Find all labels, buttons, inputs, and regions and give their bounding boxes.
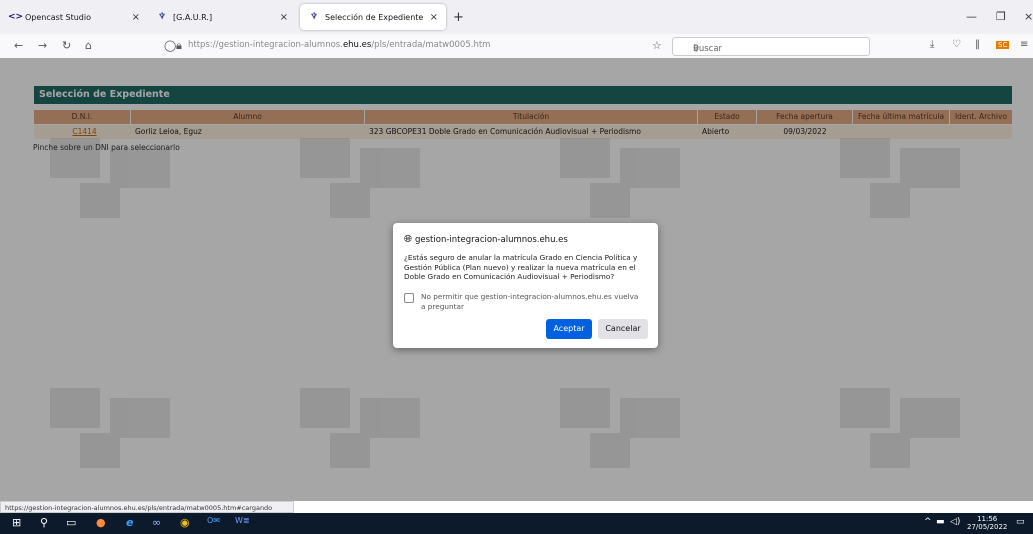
- new-tab-icon[interactable]: +: [453, 10, 464, 25]
- tab-opencast-studio[interactable]: <> Opencast Studio ×: [0, 4, 148, 30]
- menu-icon[interactable]: ≡: [1020, 39, 1028, 50]
- minimize-icon[interactable]: —: [966, 10, 977, 23]
- restore-icon[interactable]: ❐: [996, 10, 1006, 23]
- opencast-icon: <>: [8, 12, 24, 22]
- app-icon[interactable]: ∞: [152, 516, 161, 529]
- forward-icon[interactable]: →: [38, 39, 47, 52]
- dialog-message: ¿Estás seguro de anular la matrícula Gra…: [404, 253, 638, 281]
- pocket-icon[interactable]: ♡: [952, 39, 961, 50]
- cancel-button[interactable]: Cancelar: [598, 319, 648, 339]
- address-bar[interactable]: https://gestion-integracion-alumnos.ehu.…: [188, 40, 490, 50]
- close-window-icon[interactable]: ×: [1024, 10, 1033, 23]
- confirm-dialog: 🌐︎ gestion-integracion-alumnos.ehu.es ¿E…: [393, 223, 658, 348]
- dialog-origin-text: gestion-integracion-alumnos.ehu.es: [415, 234, 568, 245]
- chrome-icon[interactable]: ◉: [180, 516, 190, 529]
- edge-icon[interactable]: e: [126, 516, 133, 529]
- status-bar: https://gestion-integracion-alumnos.ehu.…: [0, 501, 294, 513]
- volume-icon[interactable]: ◁): [950, 517, 960, 527]
- firefox-icon[interactable]: ●: [96, 516, 106, 529]
- notification-icon[interactable]: ▭: [1016, 517, 1025, 527]
- ehu-logo-icon: ♆: [309, 12, 319, 22]
- back-icon[interactable]: ←: [14, 39, 23, 52]
- tab-seleccion-expediente[interactable]: ♆ Selección de Expediente ×: [300, 4, 446, 30]
- navigation-bar: ← → ↻ ⌂ ◯ 🔒︎ https://gestion-integracion…: [0, 34, 1033, 59]
- extension-icon[interactable]: SC: [996, 41, 1010, 49]
- windows-start-icon[interactable]: ⊞: [12, 516, 21, 529]
- clock-date: 27/05/2022: [967, 523, 1008, 531]
- close-tab-icon[interactable]: ×: [430, 12, 438, 23]
- reload-icon[interactable]: ↻: [62, 39, 71, 52]
- search-placeholder: Buscar: [693, 44, 723, 54]
- ehu-logo-icon: ♆: [157, 12, 167, 22]
- home-icon[interactable]: ⌂: [85, 39, 92, 52]
- dialog-origin: 🌐︎ gestion-integracion-alumnos.ehu.es: [404, 234, 568, 245]
- tray-chevron-icon[interactable]: ^: [924, 517, 932, 527]
- task-view-icon[interactable]: ▭: [66, 516, 76, 529]
- url-path: /pls/entrada/matw0005.htm: [371, 40, 491, 50]
- dont-ask-checkbox[interactable]: [404, 293, 414, 303]
- tab-label: [G.A.U.R.]: [173, 12, 213, 22]
- clock-time: 11:56: [977, 515, 998, 523]
- close-tab-icon[interactable]: ×: [280, 12, 288, 23]
- download-icon[interactable]: ⤓: [930, 39, 934, 50]
- tab-label: Selección de Expediente: [325, 12, 424, 22]
- bookmark-star-icon[interactable]: ☆: [652, 39, 662, 52]
- dont-ask-label: No permitir que gestion-integracion-alum…: [421, 292, 639, 311]
- taskbar: ⊞ ⚲ ▭ ● e ∞ ◉ O✉ W≣ ^ ▬ ◁) 11:56 27/05/2…: [0, 513, 1033, 534]
- close-tab-icon[interactable]: ×: [132, 12, 140, 23]
- library-icon[interactable]: ‖: [975, 39, 980, 50]
- search-input[interactable]: ⚲ Buscar: [672, 37, 870, 56]
- tab-gaur[interactable]: ♆ [G.A.U.R.] ×: [148, 4, 296, 30]
- globe-icon: 🌐︎: [404, 234, 412, 245]
- lock-icon[interactable]: 🔒︎: [176, 39, 182, 53]
- search-icon[interactable]: ⚲: [40, 516, 48, 529]
- network-icon[interactable]: ▬: [936, 517, 945, 527]
- tab-bar: <> Opencast Studio × ♆ [G.A.U.R.] × ♆ Se…: [0, 0, 1033, 34]
- url-prefix: https://gestion-integracion-alumnos.: [188, 40, 343, 50]
- clock[interactable]: 11:56 27/05/2022: [967, 515, 1007, 531]
- outlook-icon[interactable]: O✉: [207, 516, 220, 525]
- dont-ask-option[interactable]: No permitir que gestion-integracion-alum…: [404, 292, 644, 311]
- tab-label: Opencast Studio: [25, 12, 91, 22]
- shield-icon[interactable]: ◯: [164, 39, 176, 52]
- url-host: ehu.es: [342, 40, 372, 50]
- word-icon[interactable]: W≣: [235, 516, 250, 525]
- accept-button[interactable]: Aceptar: [546, 319, 592, 339]
